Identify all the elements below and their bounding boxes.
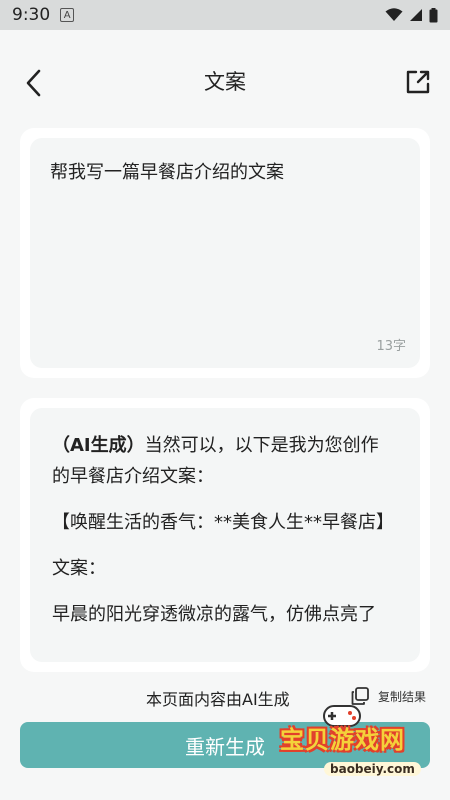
footer-bar: 本页面内容由AI生成 复制结果	[0, 686, 450, 710]
share-icon	[406, 70, 430, 94]
ai-tag: （AI生成）	[52, 435, 145, 456]
result-intro: （AI生成）当然可以，以下是我为您创作的早餐店介绍文案：	[52, 430, 396, 492]
result-scroll-area[interactable]: （AI生成）当然可以，以下是我为您创作的早餐店介绍文案： 【唤醒生活的香气：**…	[30, 408, 420, 662]
result-heading: 【唤醒生活的香气：**美食人生**早餐店】	[52, 512, 394, 533]
regenerate-label: 重新生成	[185, 736, 265, 759]
battery-icon	[429, 7, 438, 22]
page-title: 文案	[204, 70, 246, 94]
copy-result-label: 复制结果	[378, 689, 427, 704]
share-button[interactable]	[404, 68, 432, 96]
prompt-input[interactable]: 帮我写一篇早餐店介绍的文案 13字	[30, 138, 420, 368]
result-body-text: 早晨的阳光穿透微凉的露气，仿佛点亮了	[52, 604, 376, 625]
wifi-icon	[385, 8, 403, 21]
notification-icon: A	[60, 8, 75, 22]
signal-icon	[410, 9, 422, 21]
status-bar: 9:30 A	[0, 0, 450, 30]
status-time: 9:30	[12, 5, 51, 25]
prompt-text: 帮我写一篇早餐店介绍的文案	[50, 162, 284, 183]
status-icons	[385, 7, 438, 23]
char-count: 13字	[376, 339, 406, 354]
ai-generated-note: 本页面内容由AI生成	[146, 690, 290, 709]
watermark-logo: 宝贝游戏网 baobeiy.com	[280, 705, 450, 788]
watermark-text: 宝贝游戏网	[280, 726, 405, 754]
app-bar: 文案	[0, 30, 450, 110]
result-text: （AI生成）当然可以，以下是我为您创作的早餐店介绍文案： 【唤醒生活的香气：**…	[52, 430, 396, 645]
prompt-card: 帮我写一篇早餐店介绍的文案 13字	[20, 128, 430, 378]
result-label: 文案：	[52, 558, 106, 579]
watermark-url: baobeiy.com	[324, 762, 421, 776]
result-card: （AI生成）当然可以，以下是我为您创作的早餐店介绍文案： 【唤醒生活的香气：**…	[20, 398, 430, 672]
